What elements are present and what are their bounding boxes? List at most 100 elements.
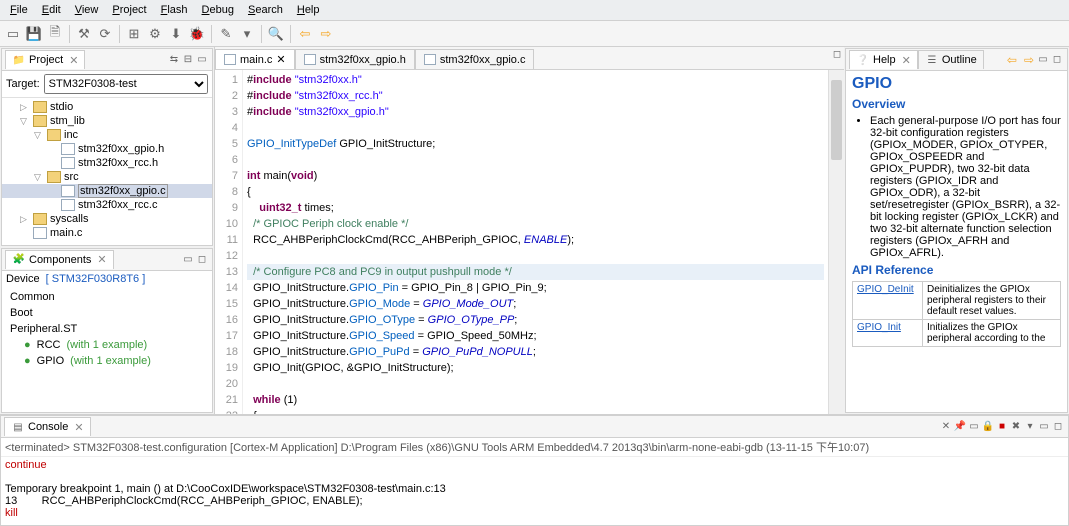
outline-tab-label: Outline xyxy=(942,54,977,66)
tree-item[interactable]: ▷stdio xyxy=(2,100,212,114)
search-icon[interactable]: 🔍 xyxy=(267,25,285,43)
overview-heading: Overview xyxy=(852,97,1061,111)
menu-help[interactable]: Help xyxy=(291,2,326,18)
help-back-icon[interactable]: ⇦ xyxy=(1005,53,1019,67)
component-item[interactable]: ●RCC(with 1 example) xyxy=(2,337,212,353)
download-icon[interactable]: ⬇ xyxy=(167,25,185,43)
tree-item[interactable]: stm32f0xx_gpio.c xyxy=(2,184,212,198)
help-content[interactable]: GPIO Overview Each general-purpose I/O p… xyxy=(846,71,1067,412)
save-icon[interactable]: 💾 xyxy=(25,25,43,43)
console-output[interactable]: continue Temporary breakpoint 1, main ()… xyxy=(1,457,1068,525)
menu-search[interactable]: Search xyxy=(242,2,289,18)
close-icon[interactable]: ✕ xyxy=(902,54,911,67)
tree-item[interactable]: stm32f0xx_gpio.h xyxy=(2,142,212,156)
new-icon[interactable]: ▭ xyxy=(4,25,22,43)
code-editor[interactable]: 1234567891011121314151617181920212223242… xyxy=(215,70,844,414)
close-icon[interactable]: ✕ xyxy=(276,53,285,66)
open-console-icon[interactable]: ▾ xyxy=(1023,420,1037,434)
menu-bar: FileEditViewProjectFlashDebugSearchHelp xyxy=(0,0,1069,21)
config-icon[interactable]: ⚙ xyxy=(146,25,164,43)
api-link[interactable]: GPIO_Init xyxy=(853,320,923,347)
vertical-scrollbar[interactable] xyxy=(828,70,844,414)
tree-item[interactable]: stm32f0xx_rcc.c xyxy=(2,198,212,212)
maximize-icon[interactable]: ◻ xyxy=(830,47,844,61)
maximize-icon[interactable]: ◻ xyxy=(1050,53,1064,67)
minimize-icon[interactable]: ▭ xyxy=(195,53,209,67)
console-tab[interactable]: ▤ Console ✕ xyxy=(4,417,91,436)
maximize-icon[interactable]: ◻ xyxy=(1051,420,1065,434)
tree-item[interactable]: stm32f0xx_rcc.h xyxy=(2,156,212,170)
component-item[interactable]: ●GPIO(with 1 example) xyxy=(2,353,212,369)
menu-flash[interactable]: Flash xyxy=(155,2,194,18)
console-tab-label: Console xyxy=(28,421,68,433)
components-icon: 🧩 xyxy=(12,253,26,267)
target-icon[interactable]: ⊞ xyxy=(125,25,143,43)
editor-tab[interactable]: stm32f0xx_gpio.c xyxy=(415,49,535,69)
help-forward-icon[interactable]: ⇨ xyxy=(1022,53,1036,67)
outline-tab[interactable]: ☰ Outline xyxy=(918,50,984,69)
build-icon[interactable]: ⚒ xyxy=(75,25,93,43)
api-table: GPIO_DeInitDeinitializes the GPIOx perip… xyxy=(852,281,1061,347)
tree-item[interactable]: ▽stm_lib xyxy=(2,114,212,128)
debug-icon[interactable]: 🐞 xyxy=(188,25,206,43)
collapse-icon[interactable]: ⊟ xyxy=(181,53,195,67)
display-icon[interactable]: ▭ xyxy=(967,420,981,434)
tree-item[interactable]: ▽src xyxy=(2,170,212,184)
minimize-icon[interactable]: ▭ xyxy=(1037,420,1051,434)
scroll-lock-icon[interactable]: 🔒 xyxy=(981,420,995,434)
line-gutter: 1234567891011121314151617181920212223242… xyxy=(215,70,243,414)
rebuild-icon[interactable]: ⟳ xyxy=(96,25,114,43)
dropdown-icon[interactable]: ▾ xyxy=(238,25,256,43)
menu-debug[interactable]: Debug xyxy=(196,2,240,18)
target-select[interactable]: STM32F0308-test xyxy=(44,74,208,94)
device-link[interactable]: [ STM32F030R8T6 ] xyxy=(46,273,146,285)
api-heading: API Reference xyxy=(852,263,1061,277)
link-editor-icon[interactable]: ⇆ xyxy=(167,53,181,67)
component-item[interactable]: Peripheral.ST xyxy=(2,321,212,337)
overview-text: Each general-purpose I/O port has four 3… xyxy=(870,115,1061,259)
editor-tab[interactable]: stm32f0xx_gpio.h xyxy=(295,49,415,69)
terminate-icon[interactable]: ■ xyxy=(995,420,1009,434)
maximize-icon[interactable]: ◻ xyxy=(195,252,209,266)
target-label: Target: xyxy=(6,78,40,90)
api-row: GPIO_DeInitDeinitializes the GPIOx perip… xyxy=(853,282,1061,320)
edit-icon[interactable]: ✎ xyxy=(217,25,235,43)
api-link[interactable]: GPIO_DeInit xyxy=(853,282,923,320)
editor-tabs: main.c✕stm32f0xx_gpio.hstm32f0xx_gpio.c ◻ xyxy=(215,47,844,70)
menu-file[interactable]: File xyxy=(4,2,34,18)
help-icon: ❔ xyxy=(856,53,870,67)
menu-project[interactable]: Project xyxy=(106,2,152,18)
help-tab-label: Help xyxy=(873,54,896,66)
minimize-icon[interactable]: ▭ xyxy=(181,252,195,266)
tree-item[interactable]: ▷syscalls xyxy=(2,212,212,226)
device-label: Device xyxy=(6,273,40,285)
help-tab[interactable]: ❔ Help ✕ xyxy=(849,50,918,69)
project-icon: 📁 xyxy=(12,53,26,67)
components-tree[interactable]: CommonBootPeripheral.ST●RCC(with 1 examp… xyxy=(2,287,212,412)
forward-icon[interactable]: ⇨ xyxy=(317,25,335,43)
pin-icon[interactable]: 📌 xyxy=(953,420,967,434)
component-item[interactable]: Boot xyxy=(2,305,212,321)
tree-item[interactable]: main.c xyxy=(2,226,212,240)
menu-edit[interactable]: Edit xyxy=(36,2,67,18)
component-item[interactable]: Common xyxy=(2,289,212,305)
close-icon[interactable]: ✕ xyxy=(74,421,83,434)
code-area[interactable]: #include "stm32f0xx.h"#include "stm32f0x… xyxy=(243,70,828,414)
close-icon[interactable]: ✕ xyxy=(69,54,78,67)
save-all-icon[interactable]: 🗎 xyxy=(46,25,64,43)
remove-icon[interactable]: ✖ xyxy=(1009,420,1023,434)
minimize-icon[interactable]: ▭ xyxy=(1036,53,1050,67)
close-icon[interactable]: ✕ xyxy=(97,253,106,266)
back-icon[interactable]: ⇦ xyxy=(296,25,314,43)
editor-tab[interactable]: main.c✕ xyxy=(215,49,295,69)
project-tab[interactable]: 📁 Project ✕ xyxy=(5,50,85,69)
menu-view[interactable]: View xyxy=(69,2,105,18)
help-title: GPIO xyxy=(852,75,1061,93)
console-icon: ▤ xyxy=(11,420,25,434)
clear-console-icon[interactable]: ✕ xyxy=(939,420,953,434)
components-tab[interactable]: 🧩 Components ✕ xyxy=(5,250,114,269)
project-tree[interactable]: ▷stdio▽stm_lib▽incstm32f0xx_gpio.hstm32f… xyxy=(2,98,212,245)
components-tab-label: Components xyxy=(29,254,91,266)
tree-item[interactable]: ▽inc xyxy=(2,128,212,142)
api-row: GPIO_InitInitializes the GPIOx periphera… xyxy=(853,320,1061,347)
